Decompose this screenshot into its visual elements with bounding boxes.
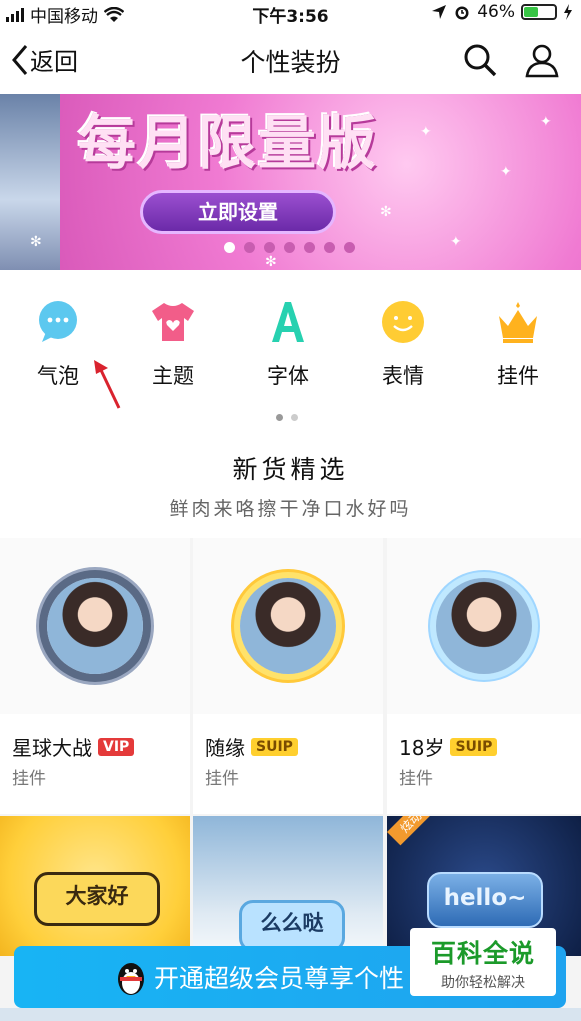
- watermark-logo: 百科全说 助你轻松解决: [410, 928, 556, 996]
- category-page-dots[interactable]: [276, 414, 298, 421]
- bubble-preview-text: hello~: [427, 872, 543, 928]
- charging-icon: [564, 4, 572, 20]
- bubble-preview-text: 么么哒: [239, 900, 345, 952]
- status-bar: 中国移动 下午3:56 46%: [0, 0, 581, 27]
- category-label: 表情: [382, 364, 424, 388]
- carousel-dot[interactable]: [304, 242, 315, 253]
- carousel-dot[interactable]: [224, 242, 235, 253]
- category-emoji[interactable]: 表情: [363, 298, 443, 390]
- carousel-dot[interactable]: [344, 242, 355, 253]
- bubble-card[interactable]: 大家好: [0, 816, 190, 956]
- category-label: 挂件: [497, 364, 539, 388]
- nav-bar: 返回 个性装扮: [0, 26, 581, 94]
- product-name: 随缘: [205, 736, 245, 760]
- category-label: 字体: [267, 364, 309, 388]
- battery-icon: [521, 4, 557, 20]
- carousel-dot[interactable]: [264, 242, 275, 253]
- section-subtitle: 鲜肉来咯擦干净口水好吗: [169, 498, 412, 520]
- product-image: [193, 538, 383, 714]
- category-pendant[interactable]: 挂件: [478, 298, 558, 390]
- product-name: 星球大战: [12, 736, 92, 760]
- product-category: 挂件: [12, 769, 46, 789]
- category-section: 气泡 主题 字体 表情 挂件: [0, 270, 581, 422]
- category-label: 气泡: [37, 364, 79, 388]
- product-name: 18岁: [399, 736, 445, 760]
- qq-penguin-icon: [118, 963, 144, 995]
- vip-badge: VIP: [98, 737, 135, 756]
- set-now-button[interactable]: 立即设置: [140, 190, 336, 234]
- category-theme[interactable]: 主题: [133, 298, 213, 390]
- product-card[interactable]: 18岁 SUIP 挂件: [387, 538, 581, 814]
- category-bubble[interactable]: 气泡: [18, 298, 98, 390]
- section-title: 新货精选: [232, 455, 349, 484]
- watermark-title: 百科全说: [430, 939, 535, 968]
- font-a-icon: [272, 302, 304, 342]
- cta-label: 开通超级会员尊享个性: [154, 964, 405, 993]
- product-card[interactable]: 星球大战 VIP 挂件: [0, 538, 190, 814]
- animated-ribbon: 炫动: [387, 816, 435, 846]
- product-category: 挂件: [205, 769, 239, 789]
- carousel-dots[interactable]: [224, 242, 355, 253]
- product-card[interactable]: 随缘 SUIP 挂件: [193, 538, 383, 814]
- suip-badge: SUIP: [251, 737, 298, 756]
- alarm-icon: [455, 6, 469, 20]
- promo-banner[interactable]: ✻ ✦ ✦ ✻ ✦ ✻ ✦ 每月限量版 立即设置: [0, 94, 581, 270]
- product-image: [0, 538, 190, 714]
- product-category: 挂件: [399, 769, 433, 789]
- chat-bubble-icon: [39, 301, 77, 342]
- category-label: 主题: [152, 364, 194, 388]
- suip-badge: SUIP: [450, 737, 498, 756]
- annotation-arrow-icon: [94, 360, 121, 409]
- tab-bar-edge: [0, 1008, 581, 1021]
- user-profile-icon[interactable]: [524, 42, 560, 78]
- battery-percent: 46%: [477, 2, 515, 22]
- crown-icon: [499, 302, 537, 343]
- banner-title: 每月限量版: [78, 109, 379, 177]
- carousel-dot[interactable]: [244, 242, 255, 253]
- tshirt-icon: [152, 303, 194, 341]
- smiley-icon: [382, 301, 424, 343]
- bubble-card[interactable]: 么么哒: [193, 816, 383, 956]
- product-image: [387, 538, 581, 714]
- search-icon[interactable]: [462, 42, 498, 78]
- category-font[interactable]: 字体: [248, 298, 328, 390]
- location-icon: [432, 5, 447, 19]
- carousel-dot[interactable]: [324, 242, 335, 253]
- new-arrivals-header: 新货精选 鲜肉来咯擦干净口水好吗: [0, 422, 581, 538]
- bubble-preview-text: 大家好: [34, 872, 160, 926]
- watermark-subtitle: 助你轻松解决: [441, 975, 525, 991]
- carousel-dot[interactable]: [284, 242, 295, 253]
